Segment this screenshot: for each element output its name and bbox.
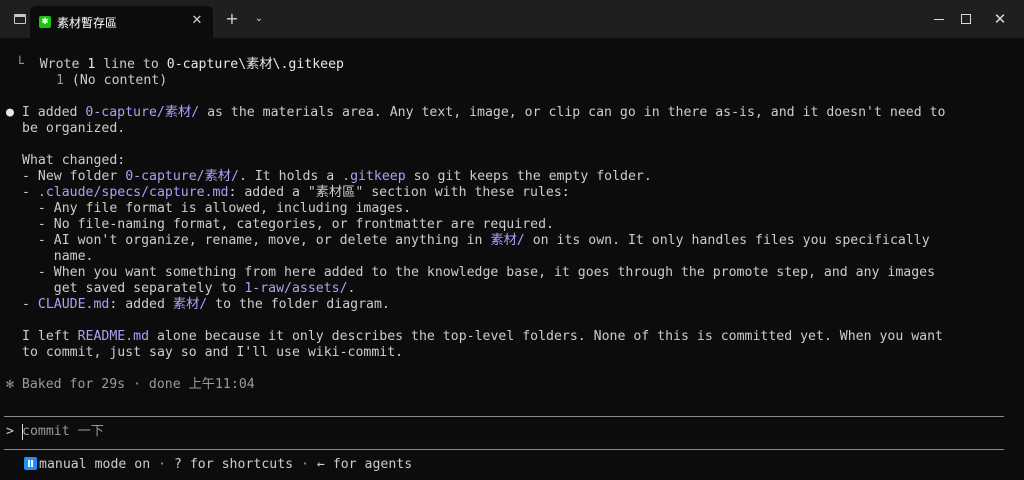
change-item-2: - .claude/specs/capture.md: added a "素材區…	[22, 185, 570, 200]
change-item-1: - New folder 0-capture/素材/. It holds a .…	[22, 169, 652, 184]
close-window-button[interactable]: ✕	[977, 6, 1023, 32]
prompt-caret: >	[6, 424, 14, 439]
tab-active[interactable]: ✱ 素材暫存區 ✕	[30, 6, 213, 38]
sparkle-icon: ✻	[6, 377, 14, 392]
agents-hint[interactable]: ← for agents	[317, 457, 412, 472]
closing-line-2: to commit, just say so and I'll use wiki…	[22, 345, 404, 360]
shortcuts-hint[interactable]: ? for shortcuts	[174, 457, 293, 472]
text-cursor	[22, 424, 23, 440]
mode-indicator[interactable]: manual mode on	[39, 457, 150, 472]
rule-item-3-cont: name.	[22, 249, 94, 264]
maximize-icon	[961, 14, 971, 24]
what-changed-heading: What changed:	[22, 153, 126, 168]
tab-app-icon: ✱	[39, 16, 51, 28]
terminal-output[interactable]: └ Wrote 1 line to 0-capture\素材\.gitkeep …	[0, 38, 1024, 480]
close-tab-icon[interactable]: ✕	[190, 13, 204, 29]
closing-line-1: I left README.md alone because it only d…	[22, 329, 944, 344]
chevron-down-icon[interactable]: ⌄	[252, 11, 266, 27]
rule-item-1: - Any file format is allowed, including …	[22, 201, 412, 216]
rule-item-4-cont: get saved separately to 1-raw/assets/.	[22, 281, 356, 296]
rule-item-3: - AI won't organize, rename, move, or de…	[22, 233, 930, 248]
prompt-top-divider	[4, 416, 1004, 417]
title-bar: ✱ 素材暫存區 ✕ + ⌄ ✕	[0, 0, 1024, 38]
change-item-3: - CLAUDE.md: added 素材/ to the folder dia…	[22, 297, 390, 312]
footer-hints: manual mode on · ? for shortcuts · ← for…	[24, 457, 412, 473]
rule-item-4: - When you want something from here adde…	[22, 265, 936, 280]
prompt-bottom-divider	[4, 449, 1004, 450]
tool-result-content: 1 (No content)	[56, 73, 168, 88]
terminal-app-icon[interactable]	[14, 14, 26, 24]
status-line: ✻ Baked for 29s · done 上午11:04	[6, 377, 255, 392]
tab-title: 素材暫存區	[57, 16, 118, 30]
pause-icon	[24, 457, 37, 470]
message-bullet-icon: ●	[6, 105, 14, 120]
tool-result-line: └ Wrote 1 line to 0-capture\素材\.gitkeep	[0, 57, 344, 72]
message-line-1: ● I added 0-capture/素材/ as the materials…	[6, 105, 946, 120]
rule-item-2: - No file-naming format, categories, or …	[22, 217, 554, 232]
new-tab-button[interactable]: +	[224, 10, 240, 28]
prompt-input[interactable]: commit 一下	[22, 424, 104, 440]
message-line-2: be organized.	[22, 121, 126, 136]
